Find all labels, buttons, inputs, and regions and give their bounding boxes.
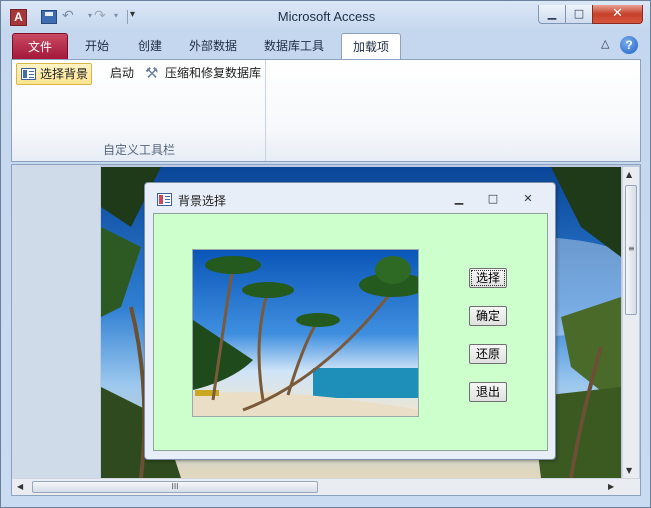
- dialog-close-button[interactable]: ✕: [520, 192, 536, 206]
- restore-button[interactable]: 还原: [469, 344, 507, 364]
- compact-repair-button[interactable]: ⚒ 压缩和修复数据库: [142, 63, 261, 85]
- ribbon-panel: 选择背景 启动 ⚒ 压缩和修复数据库 自定义工具栏: [11, 59, 641, 162]
- select-background-button[interactable]: 选择背景: [16, 63, 92, 85]
- horizontal-scrollbar[interactable]: ◀ III ▶: [12, 478, 640, 495]
- horizontal-scroll-thumb[interactable]: III: [32, 481, 318, 493]
- confirm-button[interactable]: 确定: [469, 306, 507, 326]
- form-window-icon: [157, 193, 172, 206]
- group-label: 自定义工具栏: [102, 143, 175, 157]
- vertical-scrollbar[interactable]: ▲ ≡ ▼: [622, 167, 639, 478]
- tab-file[interactable]: 文件: [12, 33, 68, 59]
- custom-toolbar-group: 选择背景 启动 ⚒ 压缩和修复数据库 自定义工具栏: [12, 60, 266, 161]
- form-icon: [21, 68, 36, 80]
- scroll-down-icon[interactable]: ▼: [626, 466, 632, 475]
- maximize-button[interactable]: □: [565, 5, 593, 24]
- vertical-scroll-thumb[interactable]: ≡: [625, 185, 637, 315]
- tab-external-data[interactable]: 外部数据: [183, 33, 243, 59]
- wrench-icon: ⚒: [145, 64, 159, 82]
- dialog-minimize-button[interactable]: ▁: [451, 192, 467, 206]
- compact-repair-label: 压缩和修复数据库: [165, 66, 262, 80]
- preview-image: [192, 249, 419, 417]
- dialog-body: 选择 确定 还原 退出: [153, 213, 548, 451]
- minimize-button[interactable]: ▁: [538, 5, 566, 24]
- dialog-title: 背景选择: [178, 194, 227, 208]
- start-label: 启动: [110, 66, 135, 80]
- vscroll-grip: ≡: [628, 244, 635, 253]
- select-background-label: 选择背景: [40, 67, 89, 81]
- tab-database-tools[interactable]: 数据库工具: [259, 33, 329, 59]
- title-bar: A ↶ ▾ ↷ ▾ Microsoft Access ▁ □ ✕: [1, 1, 650, 31]
- select-button[interactable]: 选择: [469, 268, 507, 288]
- start-button[interactable]: 启动: [102, 63, 134, 85]
- tab-create[interactable]: 创建: [133, 33, 167, 59]
- beach-preview-picture: [193, 250, 418, 416]
- help-icon[interactable]: ?: [620, 36, 638, 54]
- background-select-dialog: 背景选择 ▁ □ ✕ 选择 确定 还原 退出: [144, 182, 556, 460]
- exit-button[interactable]: 退出: [469, 382, 507, 402]
- tab-home[interactable]: 开始: [80, 33, 114, 59]
- navigation-pane: [12, 165, 100, 478]
- scroll-left-icon[interactable]: ◀: [17, 482, 23, 491]
- collapse-ribbon-icon[interactable]: △: [601, 37, 609, 50]
- ribbon-tabs: 文件 开始 创建 外部数据 数据库工具 加载项: [11, 33, 641, 60]
- scroll-up-icon[interactable]: ▲: [626, 170, 632, 179]
- close-button[interactable]: ✕: [592, 5, 643, 24]
- tab-addins[interactable]: 加载项: [341, 33, 401, 60]
- dialog-maximize-button[interactable]: □: [485, 192, 501, 206]
- scroll-right-icon[interactable]: ▶: [608, 482, 614, 491]
